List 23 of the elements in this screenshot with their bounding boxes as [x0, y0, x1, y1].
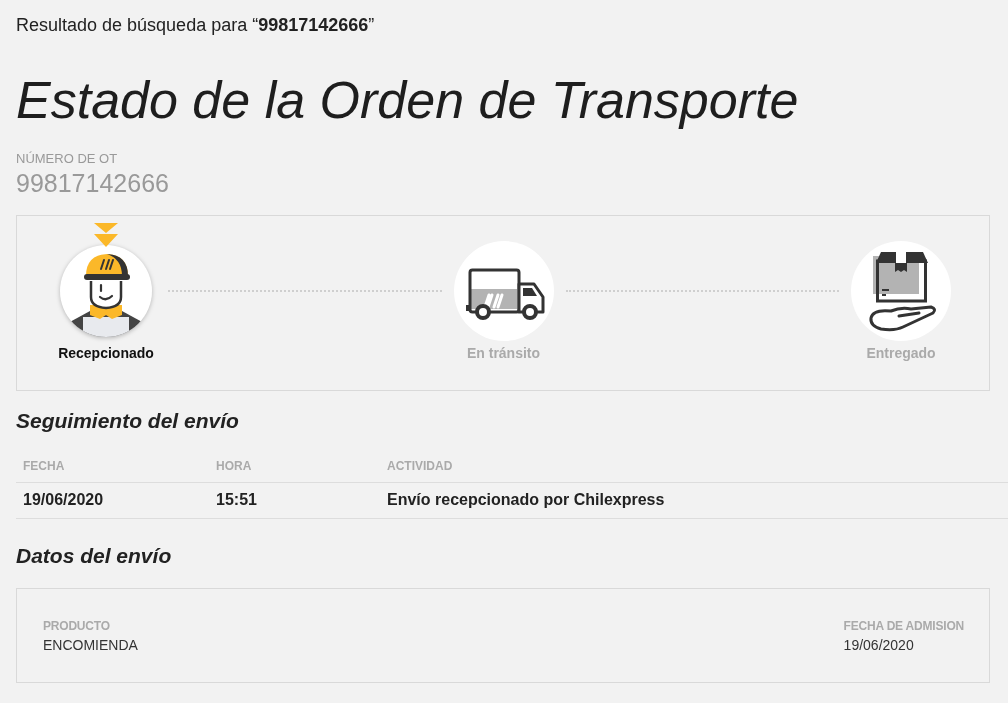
- package-hand-icon: [851, 241, 951, 341]
- truck-icon: [453, 241, 554, 341]
- worker-icon: [60, 245, 152, 337]
- table-cell-text: 19/06/2020: [22, 490, 105, 510]
- table-cell-text: 15:51: [215, 490, 258, 510]
- field-label: FECHA DE ADMISION: [843, 619, 964, 633]
- table-cell-text: Envío recepcionado por Chilexpress: [386, 490, 666, 510]
- field-value: ENCOMIENDA: [43, 637, 138, 654]
- section-heading: Seguimiento del envío: [16, 408, 240, 434]
- column-header: HORA: [215, 458, 253, 475]
- page-title: Estado de la Orden de Transporte: [16, 70, 800, 130]
- order-number-label: NÚMERO DE OT: [16, 151, 119, 167]
- search-result-text: Resultado de búsqueda para “99817142666”: [16, 14, 376, 36]
- column-header: ACTIVIDAD: [386, 458, 454, 475]
- double-arrow-down-icon: [94, 223, 118, 247]
- section-heading: Datos del envío: [16, 543, 173, 569]
- field-label: PRODUCTO: [43, 619, 111, 633]
- column-header: FECHA: [22, 458, 66, 475]
- step-label: Recepcionado: [58, 345, 154, 361]
- step-label: Entregado: [866, 345, 936, 361]
- step-label: En tránsito: [466, 345, 541, 361]
- field-value: 19/06/2020: [843, 637, 915, 654]
- order-number-value: 99817142666: [16, 169, 170, 197]
